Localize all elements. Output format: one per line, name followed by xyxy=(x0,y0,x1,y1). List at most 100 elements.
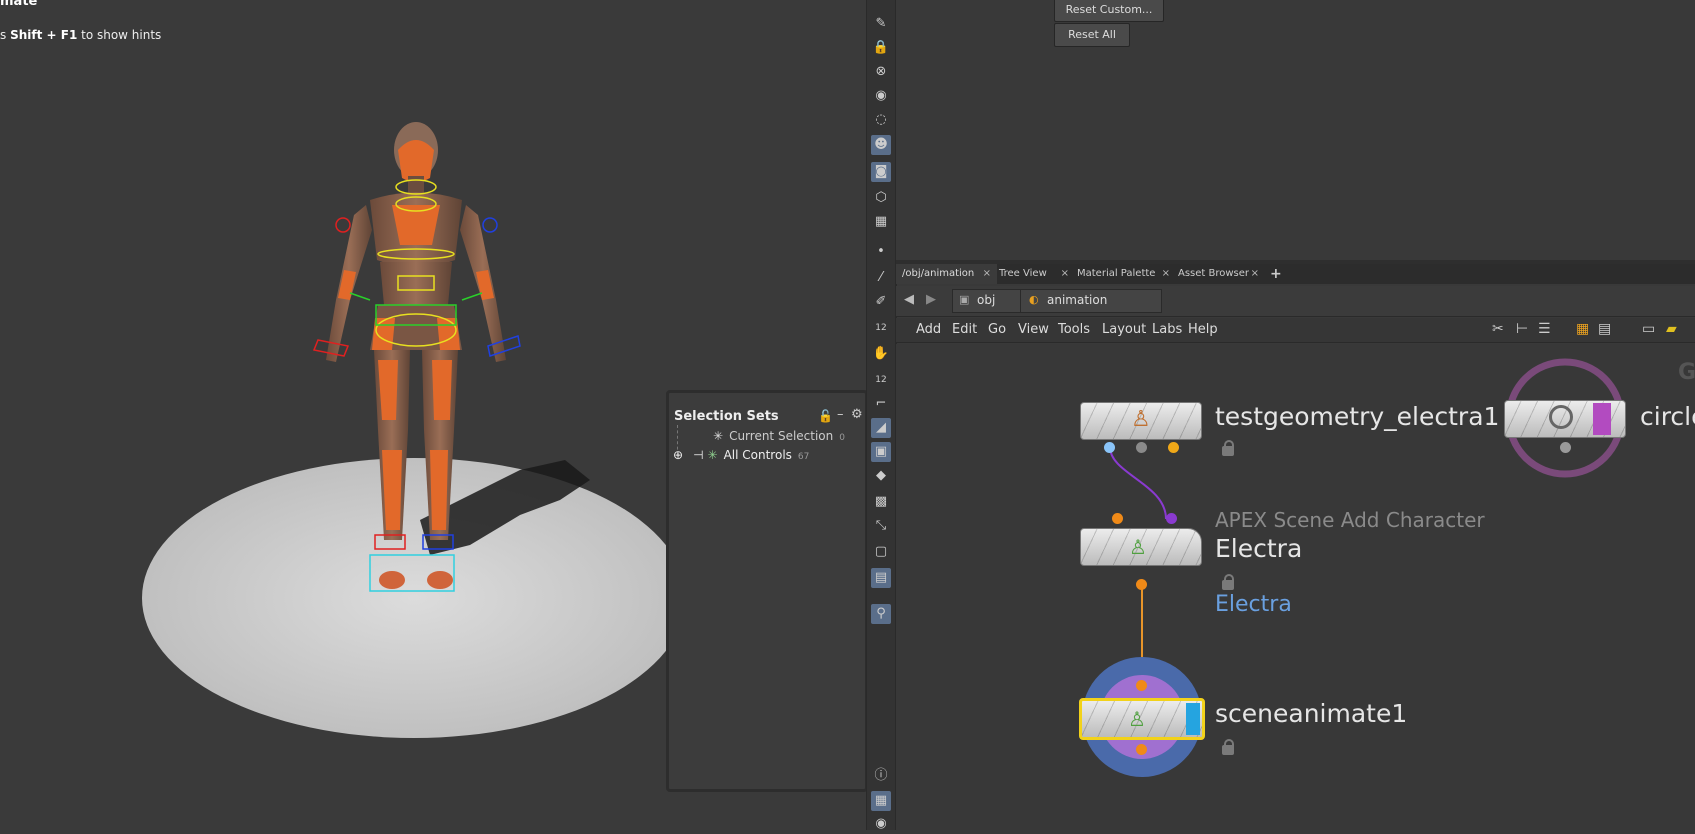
close-icon[interactable]: × xyxy=(1162,264,1170,284)
output-port-3[interactable] xyxy=(1168,442,1179,453)
menu-layout[interactable]: Layout xyxy=(1102,318,1146,342)
info-icon[interactable]: ⓘ xyxy=(871,766,891,786)
forward-arrow-icon[interactable]: ▶ xyxy=(926,292,936,307)
close-icon[interactable]: × xyxy=(983,264,991,284)
input-port-1[interactable] xyxy=(1112,513,1123,524)
node-circle[interactable] xyxy=(1504,400,1626,438)
brush-icon[interactable]: ⁄ xyxy=(871,268,891,288)
path-segment-obj[interactable]: ▣ obj xyxy=(952,289,1022,313)
camera-icon[interactable]: ◙ xyxy=(871,162,891,182)
diamond-icon[interactable]: ◆ xyxy=(871,466,891,486)
menu-edit[interactable]: Edit xyxy=(952,318,977,342)
uv-icon[interactable]: ▩ xyxy=(871,492,891,512)
network-menu-bar: Add Edit Go View Tools Layout Labs Help … xyxy=(896,318,1695,343)
output-port-2[interactable] xyxy=(1136,442,1147,453)
menu-help[interactable]: Help xyxy=(1188,318,1218,342)
back-arrow-icon[interactable]: ◀ xyxy=(904,292,914,307)
frame-icon[interactable]: ▢ xyxy=(871,542,891,562)
palette-icon[interactable]: ▦ xyxy=(1576,321,1589,337)
node-label-electra: Electra xyxy=(1215,534,1303,563)
sticky-note-icon[interactable]: ▰ xyxy=(1666,321,1677,337)
wrench-icon[interactable]: ✂ xyxy=(1492,321,1504,337)
add-character-icon: ♙ xyxy=(1129,535,1147,559)
texture-icon[interactable]: ▦ xyxy=(871,212,891,232)
grid-list-icon[interactable]: ▤ xyxy=(1598,321,1611,337)
input-port[interactable] xyxy=(1136,680,1147,691)
node-sceneanimate1[interactable]: ♙ xyxy=(1079,698,1205,740)
ground-disk xyxy=(142,458,686,738)
menu-add[interactable]: Add xyxy=(916,318,941,342)
marker-icon[interactable]: ⚲ xyxy=(871,604,891,624)
hand-icon[interactable]: ✋ xyxy=(871,344,891,364)
node-label-circle: circle xyxy=(1640,402,1695,431)
output-port[interactable] xyxy=(1136,579,1147,590)
close-icon[interactable]: × xyxy=(1251,264,1259,284)
node-label-sceneanimate1: sceneanimate1 xyxy=(1215,699,1408,728)
lock-icon[interactable]: 🔓 xyxy=(818,409,833,423)
display-icon[interactable]: ▤ xyxy=(871,568,891,588)
pane-tab-bar: /obj/animation × Tree View × Material Pale… xyxy=(896,264,1695,284)
output-port[interactable] xyxy=(1560,442,1571,453)
eye-icon[interactable]: ◉ xyxy=(871,814,891,834)
template-flag[interactable] xyxy=(1593,403,1611,435)
expand-icon[interactable]: ⊕ xyxy=(673,448,683,462)
network-editor[interactable]: ♙ testgeometry_electra1 circle G ♙ APEX … xyxy=(896,344,1695,830)
circle-icon xyxy=(1549,405,1573,429)
tab-network[interactable]: /obj/animation × xyxy=(896,264,997,284)
light-icon[interactable]: ◌ xyxy=(871,110,891,130)
numbers-icon[interactable]: 12 xyxy=(871,370,891,390)
reset-custom-button[interactable]: Reset Custom... xyxy=(1054,0,1164,22)
smooth-icon[interactable]: ◢ xyxy=(871,418,891,438)
asterisk-icon: ✳ xyxy=(713,429,724,443)
lock-icon[interactable] xyxy=(1222,739,1234,755)
node-electra[interactable]: ♙ xyxy=(1080,528,1202,566)
selection-set-all-controls[interactable]: ⊕ ⊣ ✳ All Controls 67 xyxy=(673,448,809,462)
character-icon: ♙ xyxy=(1131,407,1151,432)
lock-icon[interactable] xyxy=(1222,440,1234,456)
menu-view[interactable]: View xyxy=(1018,318,1049,342)
menu-go[interactable]: Go xyxy=(988,318,1006,342)
set-icon: ⊣ xyxy=(693,448,704,462)
list-icon[interactable]: ☰ xyxy=(1538,321,1551,337)
skeleton-icon[interactable]: ☻ xyxy=(871,135,891,155)
selection-sets-panel: Selection Sets 🔓 – ⚙ ✳ Current Selection 0… xyxy=(666,390,866,792)
info-panel-icon[interactable]: ▭ xyxy=(1642,321,1655,337)
numbers-icon[interactable]: 12 xyxy=(871,318,891,338)
node-type-label: APEX Scene Add Character xyxy=(1215,508,1485,532)
gear-icon[interactable]: ⚙ xyxy=(851,407,863,422)
output-port[interactable] xyxy=(1136,744,1147,755)
layout-icon[interactable]: ▦ xyxy=(871,791,891,811)
asterisk-icon: ✳ xyxy=(707,448,718,462)
path-segment-animation[interactable]: ◐ animation xyxy=(1020,289,1162,313)
paint-icon[interactable]: ✎ xyxy=(871,14,891,34)
menu-labs[interactable]: Labs xyxy=(1152,318,1182,342)
lock-icon[interactable] xyxy=(1222,574,1234,590)
reset-all-button[interactable]: Reset All xyxy=(1054,23,1130,47)
lock-icon[interactable]: 🔒 xyxy=(871,38,891,58)
path-bar: ◀ ▶ ▣ obj ◐ animation xyxy=(896,286,1695,317)
output-port-1[interactable] xyxy=(1104,442,1115,453)
tree-icon[interactable]: ⊢ xyxy=(1516,321,1528,337)
tab-asset-browser[interactable]: Asset Browser × xyxy=(1172,264,1265,284)
close-icon[interactable]: × xyxy=(1061,264,1069,284)
grid-icon[interactable]: ▣ xyxy=(871,442,891,462)
sphere-icon[interactable]: ◉ xyxy=(871,86,891,106)
geometry-icon[interactable]: ⬡ xyxy=(871,188,891,208)
corner-icon[interactable]: ⌐ xyxy=(871,394,891,414)
ik-icon[interactable]: ⤡ xyxy=(871,516,891,536)
add-tab-button[interactable]: + xyxy=(1264,264,1288,284)
minus-icon[interactable]: – xyxy=(837,407,844,422)
menu-tools[interactable]: Tools xyxy=(1058,318,1090,342)
display-flag[interactable] xyxy=(1186,703,1200,735)
tab-material-palette[interactable]: Material Palette × xyxy=(1071,264,1176,284)
input-port-2[interactable] xyxy=(1166,513,1177,524)
selection-set-current[interactable]: ✳ Current Selection 0 xyxy=(713,429,845,443)
node-testgeometry-electra1[interactable]: ♙ xyxy=(1080,402,1202,440)
node-label-testgeometry: testgeometry_electra1 xyxy=(1215,402,1500,431)
close-circle-icon[interactable]: ⊗ xyxy=(871,62,891,82)
scene-viewport[interactable]: mate s Shift + F1 to show hints Selectio… xyxy=(0,0,866,830)
tab-tree-view[interactable]: Tree View × xyxy=(993,264,1075,284)
pen-icon[interactable]: ✐ xyxy=(871,292,891,312)
point-icon[interactable]: • xyxy=(871,242,891,262)
subnet-icon: ◐ xyxy=(1029,293,1039,306)
